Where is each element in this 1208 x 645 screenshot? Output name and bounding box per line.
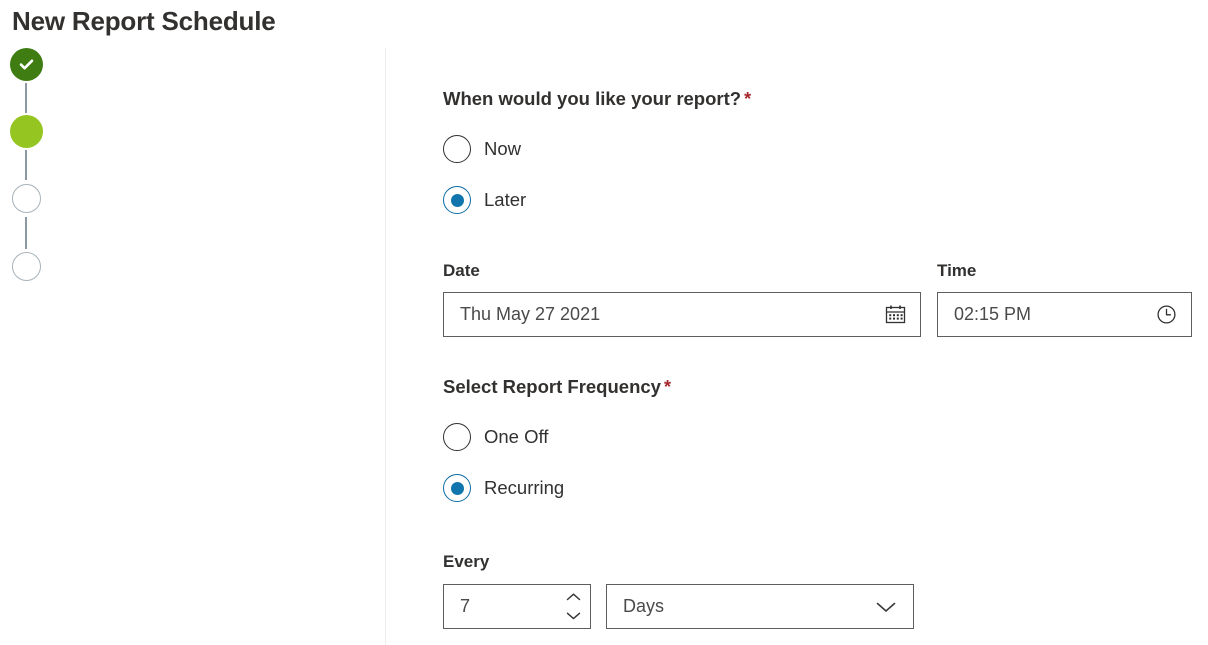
chevron-down-icon[interactable] xyxy=(559,607,587,625)
stepper-step-2-current[interactable] xyxy=(10,115,43,148)
check-icon xyxy=(18,56,35,73)
stepper-step-4-upcoming[interactable] xyxy=(12,252,41,281)
radio-now-indicator[interactable] xyxy=(443,135,471,163)
every-field-label: Every xyxy=(443,552,489,572)
timing-question-text: When would you like your report? xyxy=(443,88,741,109)
radio-now-label: Now xyxy=(484,138,521,160)
radio-one-off-indicator[interactable] xyxy=(443,423,471,451)
stepper-connector-1 xyxy=(25,83,27,113)
radio-option-one-off[interactable]: One Off xyxy=(443,422,548,452)
timing-question-label: When would you like your report?* xyxy=(443,88,751,110)
frequency-question-label: Select Report Frequency* xyxy=(443,376,671,398)
date-input-value: Thu May 27 2021 xyxy=(460,304,882,325)
stepper-step-1-completed[interactable] xyxy=(10,48,43,81)
new-report-schedule-page: New Report Schedule Whe xyxy=(0,0,1208,645)
radio-recurring-label: Recurring xyxy=(484,477,564,499)
every-count-stepper[interactable]: 7 xyxy=(443,584,591,629)
time-input-value: 02:15 PM xyxy=(954,304,1153,325)
radio-later-indicator[interactable] xyxy=(443,186,471,214)
radio-recurring-indicator[interactable] xyxy=(443,474,471,502)
time-input[interactable]: 02:15 PM xyxy=(937,292,1192,337)
every-count-arrows xyxy=(556,585,590,628)
stepper-step-3-upcoming[interactable] xyxy=(12,184,41,213)
stepper-connector-2 xyxy=(25,150,27,180)
date-input[interactable]: Thu May 27 2021 xyxy=(443,292,921,337)
radio-one-off-label: One Off xyxy=(484,426,548,448)
date-field-label: Date xyxy=(443,261,480,281)
chevron-down-icon[interactable] xyxy=(873,594,899,620)
radio-option-recurring[interactable]: Recurring xyxy=(443,473,564,503)
timing-required-asterisk: * xyxy=(744,89,751,109)
time-field-label: Time xyxy=(937,261,976,281)
frequency-required-asterisk: * xyxy=(664,377,671,397)
frequency-question-text: Select Report Frequency xyxy=(443,376,661,397)
panel-divider xyxy=(385,48,386,645)
radio-option-later[interactable]: Later xyxy=(443,185,526,215)
clock-icon[interactable] xyxy=(1153,302,1179,328)
page-title: New Report Schedule xyxy=(12,6,275,37)
schedule-form: When would you like your report?* Now La… xyxy=(443,48,1203,645)
wizard-stepper xyxy=(0,48,385,645)
page-body: When would you like your report?* Now La… xyxy=(0,48,1208,645)
every-unit-value: Days xyxy=(623,596,873,617)
every-unit-select[interactable]: Days xyxy=(606,584,914,629)
chevron-up-icon[interactable] xyxy=(559,589,587,607)
radio-later-label: Later xyxy=(484,189,526,211)
radio-option-now[interactable]: Now xyxy=(443,134,521,164)
every-count-value: 7 xyxy=(444,596,556,617)
calendar-icon[interactable] xyxy=(882,302,908,328)
stepper-connector-3 xyxy=(25,217,27,249)
